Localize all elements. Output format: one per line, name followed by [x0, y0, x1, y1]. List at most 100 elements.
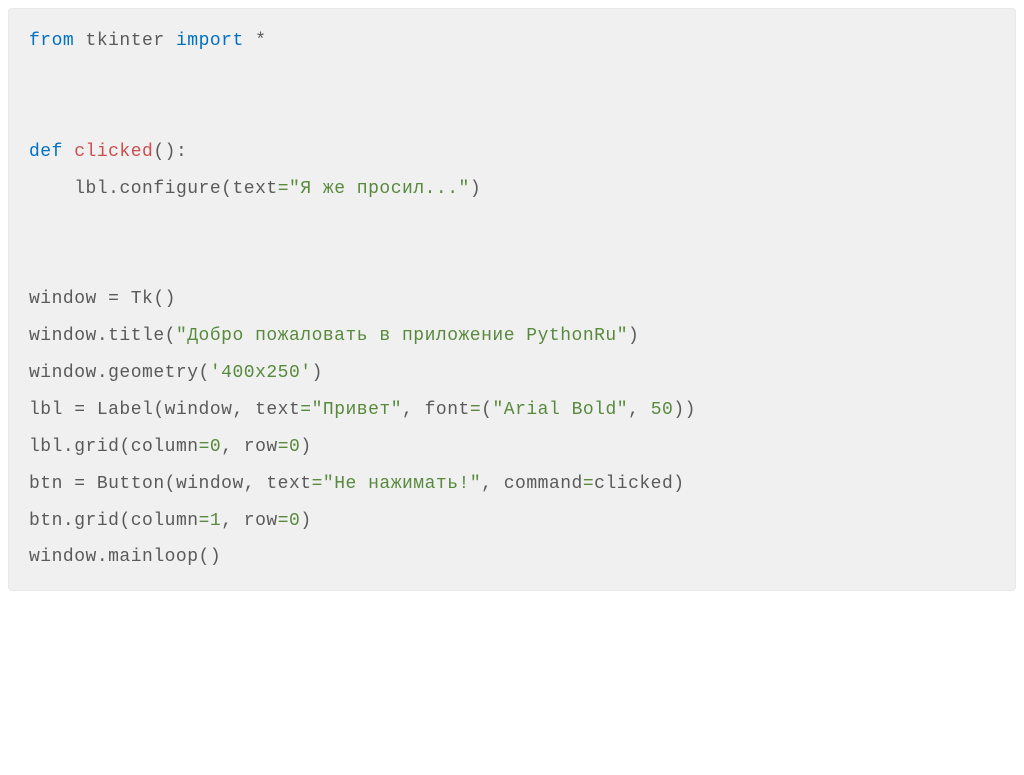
kwarg: command — [504, 474, 583, 494]
module-name: tkinter — [86, 31, 165, 51]
method: grid — [74, 511, 119, 531]
assign: = — [63, 474, 97, 494]
kwarg: row — [244, 511, 278, 531]
paren: ) — [673, 474, 684, 494]
class: Tk — [131, 289, 154, 309]
paren: ) — [673, 400, 684, 420]
comma: , — [221, 511, 244, 531]
indent — [29, 179, 74, 199]
equals: = — [312, 474, 323, 494]
function-name: clicked — [74, 142, 153, 162]
paren: ( — [481, 400, 492, 420]
method: title — [108, 326, 165, 346]
keyword-import: import — [176, 31, 244, 51]
kwarg: text — [266, 474, 311, 494]
equals: = — [583, 474, 594, 494]
identifier: window — [29, 547, 97, 567]
comma: , — [628, 400, 651, 420]
code-line: def clicked(): — [29, 142, 187, 162]
equals: = — [470, 400, 481, 420]
comma: , — [402, 400, 425, 420]
equals: = — [300, 400, 311, 420]
method: mainloop — [108, 547, 198, 567]
code-line: from tkinter import * — [29, 31, 266, 51]
code-line: btn = Button(window, text="Не нажимать!"… — [29, 474, 685, 494]
dot: . — [97, 547, 108, 567]
assign: = — [63, 400, 97, 420]
identifier: window — [29, 363, 97, 383]
paren: ( — [221, 179, 232, 199]
identifier: window — [29, 289, 97, 309]
dot: . — [63, 511, 74, 531]
star: * — [255, 31, 266, 51]
identifier: btn — [29, 474, 63, 494]
class: Label — [97, 400, 154, 420]
paren: ) — [165, 289, 176, 309]
paren: ( — [119, 511, 130, 531]
string: "Добро пожаловать в приложение PythonRu" — [176, 326, 628, 346]
class: Button — [97, 474, 165, 494]
code-block: from tkinter import * def clicked(): lbl… — [8, 8, 1016, 591]
method: configure — [119, 179, 221, 199]
paren: ( — [119, 437, 130, 457]
keyword-from: from — [29, 31, 74, 51]
paren: ) — [300, 437, 311, 457]
identifier: clicked — [594, 474, 673, 494]
code-line: lbl = Label(window, text="Привет", font=… — [29, 400, 696, 420]
kwarg: font — [425, 400, 470, 420]
string: "Arial Bold" — [492, 400, 628, 420]
identifier: window — [176, 474, 244, 494]
number: 0 — [289, 511, 300, 531]
paren: ) — [685, 400, 696, 420]
paren: ( — [153, 142, 164, 162]
method: geometry — [108, 363, 198, 383]
paren: ) — [210, 547, 221, 567]
equals: = — [278, 511, 289, 531]
number: 0 — [210, 437, 221, 457]
identifier: lbl — [74, 179, 108, 199]
comma: , — [232, 400, 255, 420]
paren: ) — [300, 511, 311, 531]
comma: , — [481, 474, 504, 494]
string: "Не нажимать!" — [323, 474, 481, 494]
code-line: window.title("Добро пожаловать в приложе… — [29, 326, 639, 346]
string: '400x250' — [210, 363, 312, 383]
dot: . — [97, 326, 108, 346]
code-line: window.geometry('400x250') — [29, 363, 323, 383]
paren: ( — [165, 326, 176, 346]
identifier: lbl — [29, 400, 63, 420]
colon: : — [176, 142, 187, 162]
string: "Привет" — [312, 400, 402, 420]
identifier: btn — [29, 511, 63, 531]
kwarg: text — [255, 400, 300, 420]
paren: ( — [199, 363, 210, 383]
number: 1 — [210, 511, 221, 531]
equals: = — [278, 437, 289, 457]
paren: ( — [153, 289, 164, 309]
kwarg: row — [244, 437, 278, 457]
number: 0 — [289, 437, 300, 457]
assign: = — [97, 289, 131, 309]
code-line: lbl.grid(column=0, row=0) — [29, 437, 312, 457]
code-line: lbl.configure(text="Я же просил...") — [29, 179, 481, 199]
paren: ) — [312, 363, 323, 383]
paren: ( — [165, 474, 176, 494]
paren: ) — [470, 179, 481, 199]
code-line: btn.grid(column=1, row=0) — [29, 511, 312, 531]
equals: = — [199, 437, 210, 457]
dot: . — [63, 437, 74, 457]
equals: = — [278, 179, 289, 199]
paren: ( — [153, 400, 164, 420]
dot: . — [108, 179, 119, 199]
kwarg: column — [131, 511, 199, 531]
paren: ) — [165, 142, 176, 162]
identifier: window — [29, 326, 97, 346]
comma: , — [221, 437, 244, 457]
code-line: window.mainloop() — [29, 547, 221, 567]
equals: = — [199, 511, 210, 531]
code-line: window = Tk() — [29, 289, 176, 309]
identifier: lbl — [29, 437, 63, 457]
identifier: window — [165, 400, 233, 420]
keyword-def: def — [29, 142, 63, 162]
paren: ( — [199, 547, 210, 567]
